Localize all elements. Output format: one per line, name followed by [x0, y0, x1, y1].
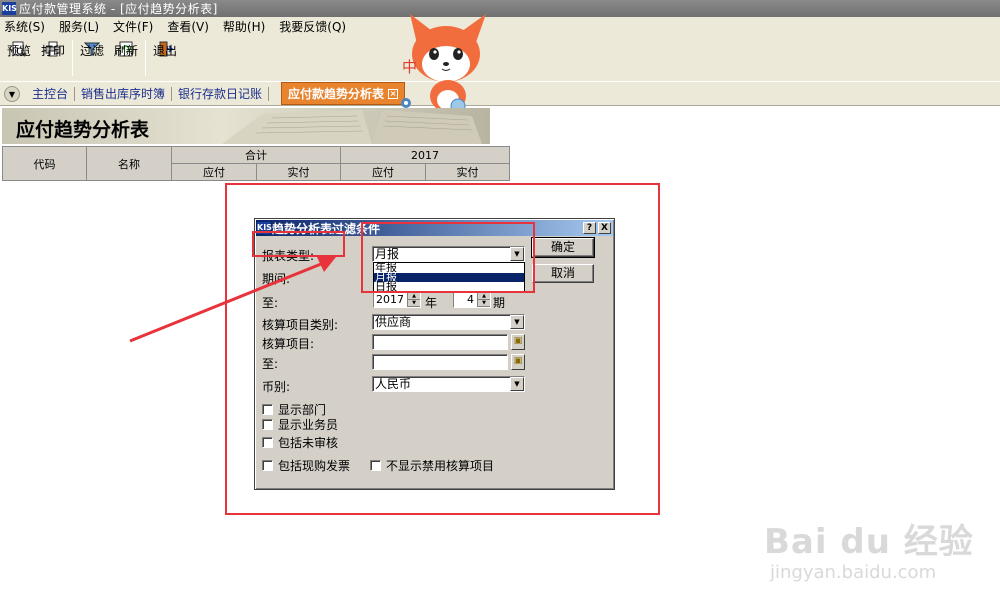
annotation-dropdown-box	[361, 222, 535, 293]
column-header-payable[interactable]: 应付	[340, 163, 426, 181]
column-header-year: 2017	[340, 146, 510, 164]
open-book-decoration	[222, 110, 482, 144]
column-header-total: 合计	[171, 146, 341, 164]
menu-file[interactable]: 文件(F)	[113, 18, 153, 35]
print-button[interactable]: 打印	[38, 40, 68, 58]
menubar: 系统(S) 服务(L) 文件(F) 查看(V) 帮助(H) 我要反馈(Q)	[0, 17, 1000, 36]
exit-label: 退出	[152, 44, 177, 58]
tab-payable-trend-label: 应付款趋势分析表	[288, 87, 385, 101]
watermark-main-text: Bai du 经验	[764, 522, 974, 562]
print-label: 打印	[40, 44, 65, 58]
svg-text:中: 中	[402, 58, 417, 76]
tabbar: ▼ 主控台 销售出库序时簿 银行存款日记账 应付款趋势分析表 ×	[0, 81, 1000, 106]
toolbar: 预览 打印 过滤 刷新 退出	[0, 36, 1000, 81]
filter-label: 过滤	[79, 44, 104, 58]
tab-list-chevron-icon[interactable]: ▼	[4, 85, 20, 102]
tab-separator	[268, 86, 270, 101]
tab-sales-outbound[interactable]: 销售出库序时簿	[75, 85, 171, 102]
preview-button[interactable]: 预览	[4, 40, 34, 58]
tab-bank-journal[interactable]: 银行存款日记账	[172, 85, 268, 102]
baidu-watermark: Bai du 经验 jingyan.baidu.com	[764, 502, 994, 597]
tab-payable-trend[interactable]: 应付款趋势分析表 ×	[281, 82, 406, 105]
tab-main-console[interactable]: 主控台	[26, 85, 74, 102]
column-header-payable[interactable]: 应付	[171, 163, 257, 181]
column-header-paid[interactable]: 实付	[256, 163, 341, 181]
column-header-paid[interactable]: 实付	[425, 163, 510, 181]
kis-logo: KIS	[2, 2, 17, 15]
column-header-code[interactable]: 代码	[2, 146, 87, 181]
menu-service[interactable]: 服务(L)	[59, 18, 99, 35]
toolbar-separator	[72, 40, 73, 76]
menu-system[interactable]: 系统(S)	[4, 18, 45, 35]
preview-label: 预览	[6, 44, 31, 58]
menu-feedback[interactable]: 我要反馈(Q)	[279, 18, 346, 35]
report-grid-header: 代码 名称 合计 2017 应付 实付 应付 实付	[2, 146, 510, 181]
toolbar-separator	[145, 40, 146, 76]
window-titlebar: KIS 应付款管理系统 - [应付趋势分析表]	[0, 0, 1000, 17]
menu-view[interactable]: 查看(V)	[167, 18, 209, 35]
report-title: 应付趋势分析表	[16, 119, 150, 141]
report-header: 应付趋势分析表	[2, 108, 490, 144]
window-title: 应付款管理系统 - [应付趋势分析表]	[19, 2, 218, 16]
annotation-label-box	[252, 231, 345, 257]
exit-button[interactable]: 退出	[150, 40, 180, 58]
refresh-label: 刷新	[113, 44, 138, 58]
refresh-button[interactable]: 刷新	[111, 40, 141, 58]
watermark-url-text: jingyan.baidu.com	[770, 562, 937, 583]
menu-help[interactable]: 帮助(H)	[223, 18, 265, 35]
filter-button[interactable]: 过滤	[77, 40, 107, 58]
fox-mascot-illustration: 中	[401, 14, 486, 114]
column-header-name[interactable]: 名称	[86, 146, 172, 181]
